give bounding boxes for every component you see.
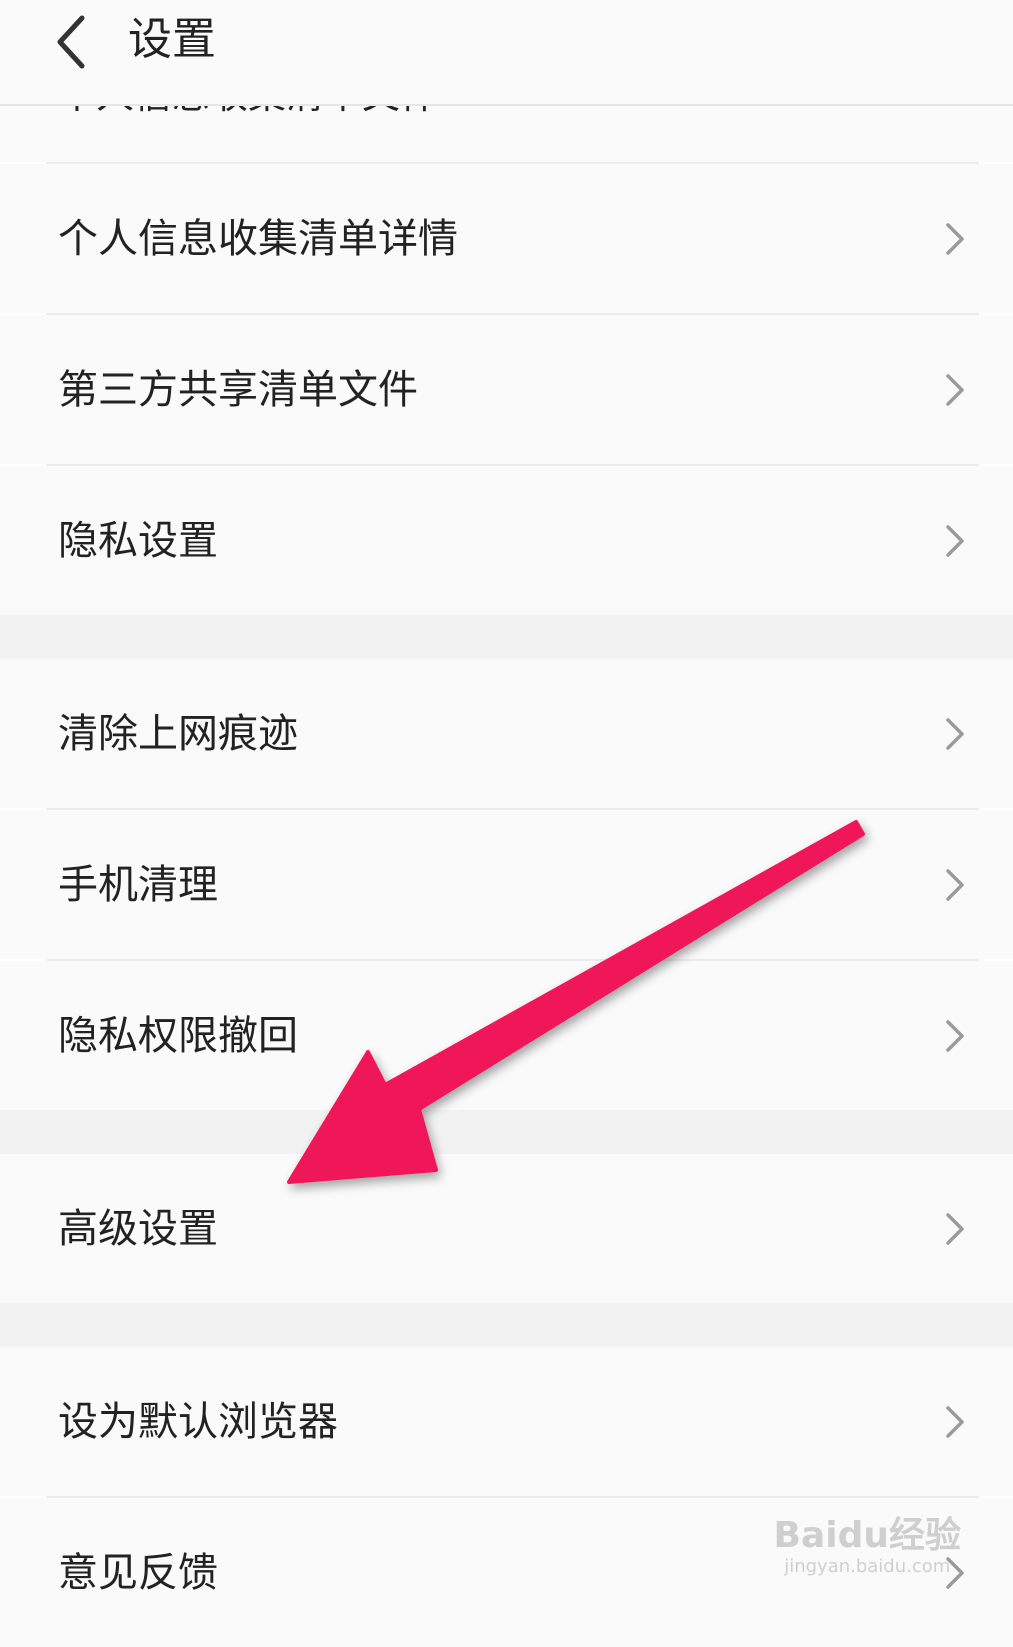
- settings-item-revoke-permissions[interactable]: 隐私权限撤回: [0, 961, 1013, 1110]
- back-button[interactable]: [40, 4, 110, 74]
- chevron-right-icon: [946, 1019, 964, 1052]
- settings-item-label: 高级设置: [58, 1205, 218, 1252]
- settings-item-label: 意见反馈: [58, 1549, 218, 1596]
- settings-item-label: 隐私权限撤回: [58, 1012, 298, 1059]
- section-gap: [0, 1303, 1013, 1347]
- settings-item-label: 第三方共享清单文件: [58, 366, 418, 413]
- app-header: 设置: [0, 0, 1013, 106]
- baidu-watermark: Baidu经验 jingyan.baidu.com: [774, 1516, 961, 1578]
- chevron-right-icon: [946, 1405, 964, 1438]
- settings-item-personal-info-details[interactable]: 个人信息收集清单详情: [0, 164, 1013, 313]
- watermark-logo: Baidu经验: [773, 1515, 961, 1556]
- chevron-right-icon: [946, 524, 964, 557]
- watermark-url: jingyan.baidu.com: [784, 1556, 951, 1577]
- settings-item-label: 隐私设置: [58, 517, 218, 564]
- settings-list: 个人信息收集清单文件 个人信息收集清单详情 第三方共享清单文件 隐私设置 清除上…: [0, 104, 1013, 1647]
- settings-item-label: 个人信息收集清单详情: [58, 215, 458, 262]
- settings-item-clear-history[interactable]: 清除上网痕迹: [0, 659, 1013, 808]
- settings-item-phone-cleanup[interactable]: 手机清理: [0, 810, 1013, 959]
- settings-item-privacy-settings[interactable]: 隐私设置: [0, 466, 1013, 615]
- settings-item-label: 手机清理: [58, 861, 218, 908]
- chevron-right-icon: [946, 717, 964, 750]
- settings-item-default-browser[interactable]: 设为默认浏览器: [0, 1347, 1013, 1496]
- section-gap: [0, 615, 1013, 659]
- settings-item-third-party-sharing[interactable]: 第三方共享清单文件: [0, 315, 1013, 464]
- chevron-right-icon: [946, 868, 964, 901]
- settings-item-label: 个人信息收集清单文件: [58, 104, 438, 120]
- settings-item-label: 设为默认浏览器: [58, 1398, 338, 1445]
- settings-item-label: 清除上网痕迹: [58, 710, 298, 757]
- chevron-right-icon: [946, 222, 964, 255]
- page-title: 设置: [128, 14, 216, 65]
- chevron-right-icon: [946, 373, 964, 406]
- section-gap: [0, 1110, 1013, 1154]
- settings-item-advanced-settings[interactable]: 高级设置: [0, 1154, 1013, 1303]
- chevron-right-icon: [946, 1212, 964, 1245]
- settings-item-partial[interactable]: 个人信息收集清单文件: [0, 104, 1013, 162]
- chevron-left-icon: [57, 15, 85, 69]
